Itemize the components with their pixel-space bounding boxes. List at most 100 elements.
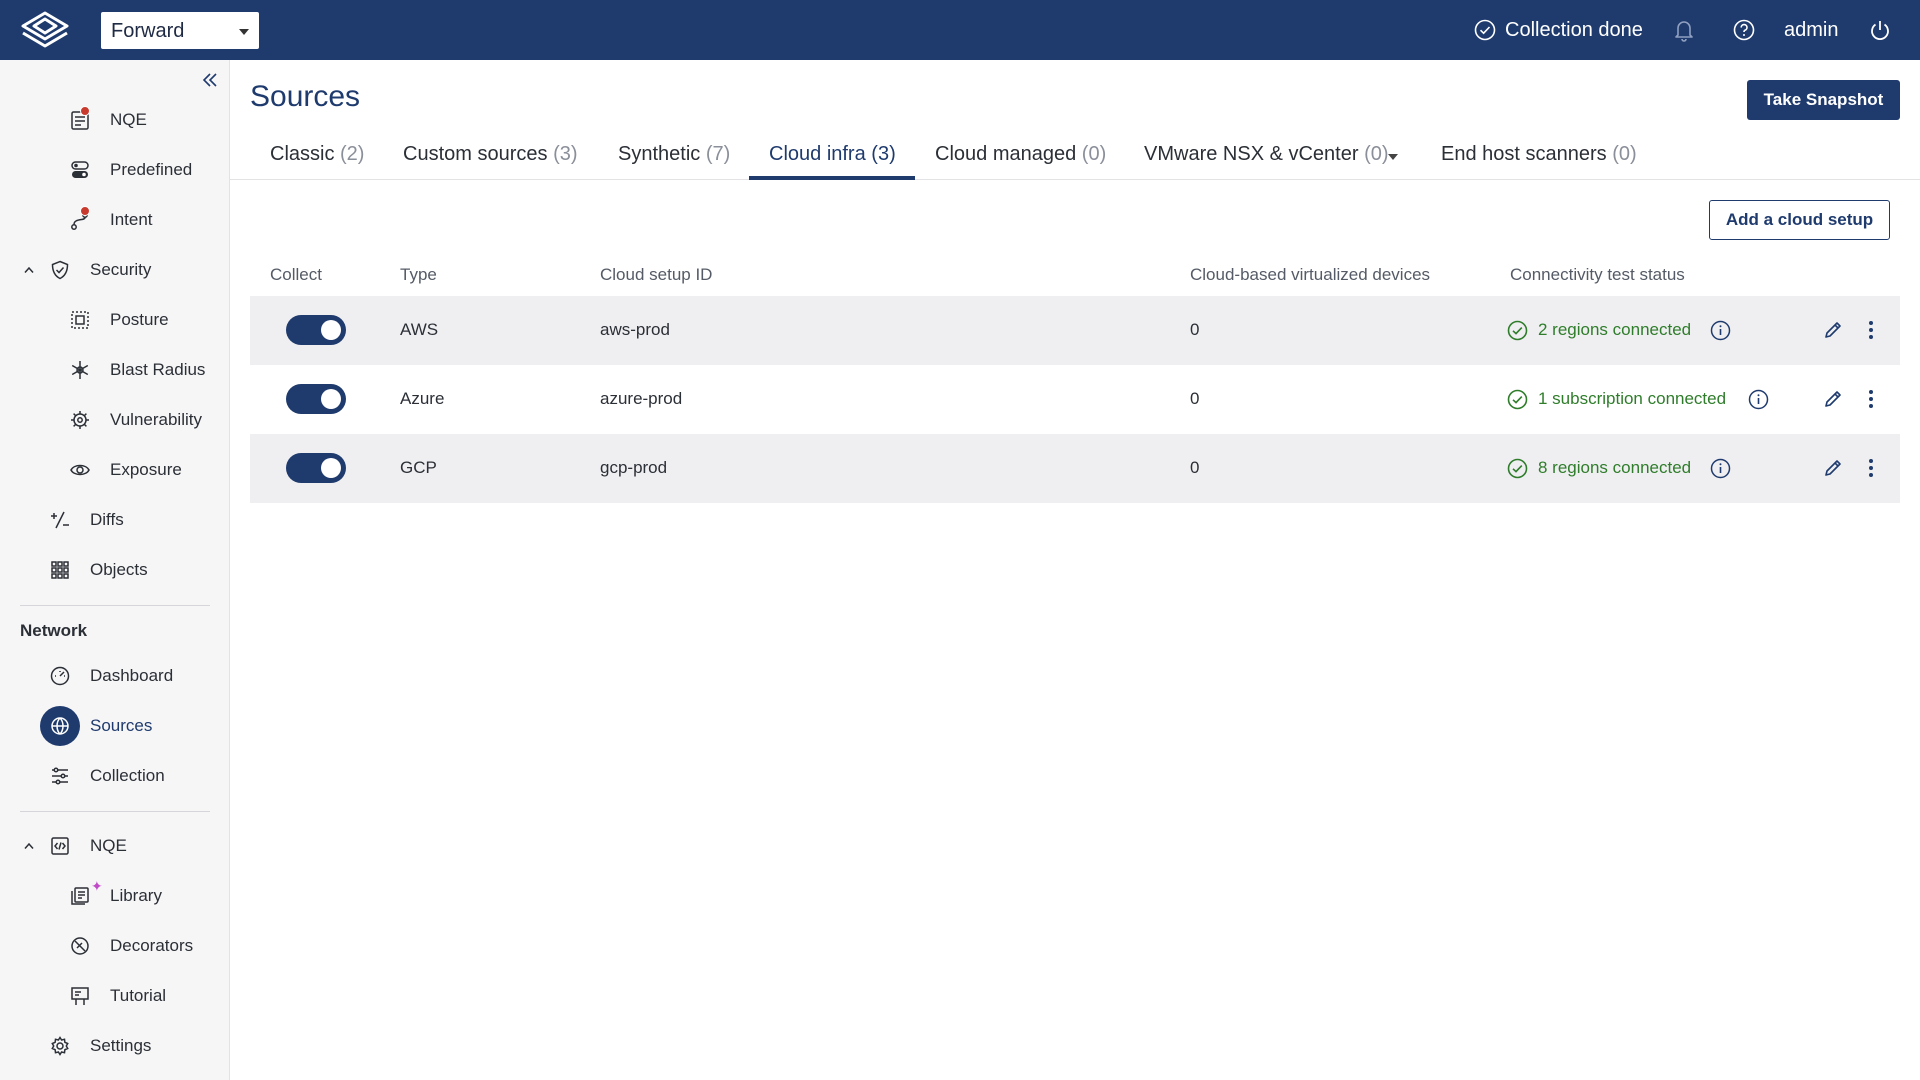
- tab-label: End host scanners: [1441, 143, 1607, 165]
- cell-devices: 0: [1190, 389, 1200, 408]
- vulnerability-icon: [71, 411, 89, 429]
- sidebar-group-nqe[interactable]: NQE: [0, 826, 229, 866]
- sidebar-item-library[interactable]: ✦ Library: [0, 876, 229, 916]
- column-header-collect: Collect: [270, 265, 322, 284]
- info-icon[interactable]: [1710, 458, 1731, 479]
- active-tab-underline: [749, 176, 915, 180]
- network-selector[interactable]: Forward: [101, 12, 259, 49]
- tab-vmware-nsx-vcenter[interactable]: VMware NSX & vCenter (0): [1144, 143, 1389, 166]
- tab-custom-sources[interactable]: Custom sources (3): [403, 143, 578, 166]
- alert-badge: [80, 106, 90, 116]
- cell-type: AWS: [400, 320, 439, 339]
- predefined-icon: [71, 161, 89, 178]
- table-row: Azure azure-prod 0 1 subscription connec…: [250, 365, 1900, 434]
- sidebar-item-label: Exposure: [110, 460, 182, 479]
- collect-toggle[interactable]: [286, 453, 346, 483]
- sidebar-item-label: Objects: [90, 560, 148, 579]
- sidebar-item-objects[interactable]: Objects: [0, 550, 229, 590]
- tab-label: Cloud managed: [935, 143, 1077, 165]
- sidebar-group-label: Security: [90, 260, 152, 279]
- collect-toggle[interactable]: [286, 315, 346, 345]
- sidebar-item-sources[interactable]: Sources: [0, 706, 229, 746]
- sidebar-item-label: Predefined: [110, 160, 193, 179]
- add-cloud-setup-button[interactable]: Add a cloud setup: [1709, 200, 1890, 240]
- collapse-sidebar-icon[interactable]: [200, 70, 220, 90]
- sidebar-item-diffs[interactable]: Diffs: [0, 500, 229, 540]
- edit-icon[interactable]: [1822, 457, 1844, 479]
- sparkle-icon: ✦: [91, 878, 103, 894]
- chevron-down-icon[interactable]: [1388, 154, 1398, 160]
- sidebar-item-tutorial[interactable]: Tutorial: [0, 976, 229, 1016]
- sidebar: NQE Predefined Intent Security Posture B…: [0, 60, 230, 1080]
- tab-count: (3): [871, 143, 896, 165]
- info-icon[interactable]: [1748, 389, 1769, 410]
- column-header-connectivity: Connectivity test status: [1510, 265, 1685, 284]
- tab-end-host-scanners[interactable]: End host scanners (0): [1441, 143, 1637, 166]
- sidebar-item-settings[interactable]: Settings: [0, 1026, 229, 1066]
- tab-label: Cloud infra: [769, 143, 866, 165]
- cell-type: GCP: [400, 458, 437, 477]
- tab-count: (7): [705, 143, 731, 165]
- sidebar-item-predefined[interactable]: Predefined: [0, 150, 229, 190]
- check-circle-icon: [1474, 19, 1496, 41]
- sidebar-item-exposure[interactable]: Exposure: [0, 450, 229, 490]
- column-header-setup-id: Cloud setup ID: [600, 265, 713, 284]
- forward-logo-icon[interactable]: [19, 10, 71, 52]
- alert-badge: [80, 206, 90, 216]
- tab-label: Custom sources: [403, 143, 548, 165]
- tab-count: (0): [1081, 143, 1107, 165]
- sidebar-item-intent[interactable]: Intent: [0, 200, 229, 240]
- sidebar-item-label: Diffs: [90, 510, 124, 529]
- chevron-up-icon: [24, 266, 34, 273]
- tab-label: Classic: [270, 143, 335, 165]
- cell-setup-id: aws-prod: [600, 320, 670, 339]
- sidebar-item-label: Tutorial: [110, 986, 167, 1005]
- collect-toggle[interactable]: [286, 384, 346, 414]
- blast-radius-icon: [71, 361, 89, 379]
- tab-label: Synthetic: [618, 143, 701, 165]
- sidebar-divider: [20, 605, 210, 606]
- more-vertical-icon[interactable]: [1865, 457, 1877, 479]
- network-selector-value: Forward: [111, 20, 185, 42]
- power-icon[interactable]: [1868, 18, 1892, 42]
- sidebar-item-collection[interactable]: Collection: [0, 756, 229, 796]
- dashboard-icon: [50, 666, 70, 686]
- user-menu[interactable]: admin: [1784, 19, 1838, 42]
- library-icon: [71, 887, 89, 905]
- more-vertical-icon[interactable]: [1865, 319, 1877, 341]
- sidebar-item-dashboard[interactable]: Dashboard: [0, 656, 229, 696]
- edit-icon[interactable]: [1822, 319, 1844, 341]
- tutorial-icon: [71, 987, 89, 1005]
- sidebar-group-security[interactable]: Security: [0, 250, 229, 290]
- sidebar-item-blast-radius[interactable]: Blast Radius: [0, 350, 229, 390]
- tab-classic[interactable]: Classic (2): [270, 143, 364, 166]
- tab-cloud-managed[interactable]: Cloud managed (0): [935, 143, 1106, 166]
- tab-label: VMware NSX & vCenter: [1144, 143, 1359, 165]
- more-vertical-icon[interactable]: [1865, 388, 1877, 410]
- sidebar-item-label: Collection: [90, 766, 165, 785]
- sidebar-item-decorators[interactable]: Decorators: [0, 926, 229, 966]
- edit-icon[interactable]: [1822, 388, 1844, 410]
- sidebar-item-label: Decorators: [110, 936, 194, 955]
- exposure-icon: [70, 464, 90, 476]
- bell-icon[interactable]: [1673, 18, 1695, 42]
- column-header-type: Type: [400, 265, 437, 284]
- info-icon[interactable]: [1710, 320, 1731, 341]
- check-circle-icon: [1507, 320, 1528, 341]
- sidebar-divider: [20, 811, 210, 812]
- cell-devices: 0: [1190, 458, 1200, 477]
- cell-setup-id: azure-prod: [600, 389, 683, 408]
- sidebar-item-nqe-reports[interactable]: NQE: [0, 100, 229, 140]
- posture-icon: [71, 311, 89, 329]
- help-icon[interactable]: [1733, 19, 1755, 41]
- sidebar-item-vulnerability[interactable]: Vulnerability: [0, 400, 229, 440]
- sidebar-item-label: Library: [110, 886, 162, 905]
- sidebar-item-posture[interactable]: Posture: [0, 300, 229, 340]
- gear-icon: [51, 1036, 69, 1056]
- sidebar-group-label: NQE: [90, 836, 127, 855]
- collection-status: Collection done: [1505, 19, 1643, 41]
- tab-cloud-infra[interactable]: Cloud infra (3): [769, 143, 896, 166]
- check-circle-icon: [1507, 389, 1528, 410]
- tab-synthetic[interactable]: Synthetic (7): [618, 143, 730, 166]
- take-snapshot-button[interactable]: Take Snapshot: [1747, 80, 1900, 120]
